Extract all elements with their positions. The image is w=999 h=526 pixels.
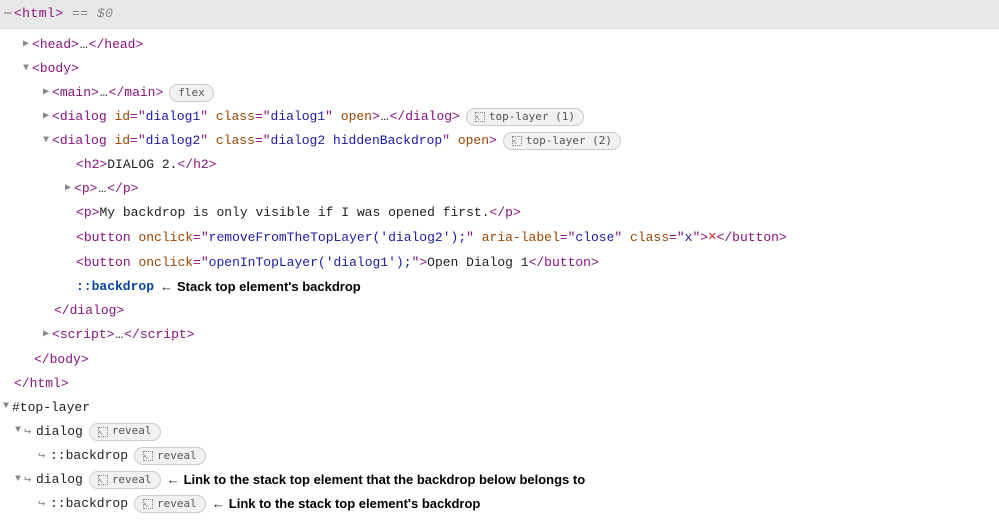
node-h2[interactable]: <h2>DIALOG 2.</h2> [0,153,999,177]
pseudo-backdrop: ::backdrop [76,275,154,299]
breadcrumb-tag[interactable]: <html> [14,6,64,21]
badge-reveal[interactable]: reveal [89,423,161,441]
target-icon [98,427,108,437]
node-dialog2-close[interactable]: </dialog> [0,299,999,323]
expand-arrow-icon[interactable]: ▶ [40,326,52,345]
collapse-arrow-icon[interactable]: ▼ [0,398,12,417]
breadcrumb-eq: == $0 [64,6,114,21]
badge-top-layer-2[interactable]: top-layer (2) [503,132,621,150]
arrow-left-icon: ← [206,492,229,516]
badge-reveal[interactable]: reveal [134,447,206,465]
badge-top-layer-1[interactable]: top-layer (1) [466,108,584,126]
hook-icon: ↪ [38,445,50,467]
target-icon [512,136,522,146]
target-icon [143,451,153,461]
top-layer-dialog-1[interactable]: ▼ ↪ dialog reveal [0,420,999,444]
collapse-arrow-icon[interactable]: ▼ [40,132,52,151]
node-backdrop-pseudo[interactable]: ::backdrop ← Stack top element's backdro… [0,275,999,299]
badge-reveal[interactable]: reveal [89,471,161,489]
top-layer-label: #top-layer [12,396,90,420]
top-layer-backdrop-1[interactable]: ↪ ::backdrop reveal [0,444,999,468]
node-button-close[interactable]: <button onclick="removeFromTheTopLayer('… [0,225,999,251]
node-dialog2[interactable]: ▼ <dialog id="dialog2" class="dialog2 hi… [0,129,999,153]
arrow-left-icon: ← [154,275,177,299]
close-x-icon: ✕ [708,225,716,251]
node-p-text[interactable]: <p>My backdrop is only visible if I was … [0,201,999,225]
node-head[interactable]: ▶ <head>…</head> [0,33,999,57]
node-html-close[interactable]: </html> [0,372,999,396]
node-script[interactable]: ▶ <script>…</script> [0,323,999,347]
target-icon [143,499,153,509]
node-top-layer[interactable]: ▼ #top-layer [0,396,999,420]
collapse-arrow-icon[interactable]: ▼ [12,471,24,490]
node-main[interactable]: ▶ <main>…</main> flex [0,81,999,105]
hook-icon: ↪ [24,469,36,491]
arrow-left-icon: ← [161,468,184,492]
hook-icon: ↪ [24,421,36,443]
expand-arrow-icon[interactable]: ▶ [62,180,74,199]
target-icon [98,475,108,485]
breadcrumb-dots: ⋯ [4,6,14,21]
expand-arrow-icon[interactable]: ▶ [40,84,52,103]
annotation-dialog-link: Link to the stack top element that the b… [184,468,586,492]
badge-flex[interactable]: flex [169,84,214,102]
hook-icon: ↪ [38,493,50,515]
node-button-open[interactable]: <button onclick="openInTopLayer('dialog1… [0,251,999,275]
node-body-close[interactable]: </body> [0,348,999,372]
node-body[interactable]: ▼ <body> [0,57,999,81]
collapse-arrow-icon[interactable]: ▼ [20,60,32,79]
node-dialog1[interactable]: ▶ <dialog id="dialog1" class="dialog1" o… [0,105,999,129]
annotation-backdrop-inline: Stack top element's backdrop [177,275,361,299]
node-p-collapsed[interactable]: ▶ <p>…</p> [0,177,999,201]
dom-tree: ▶ <head>…</head> ▼ <body> ▶ <main>…</mai… [0,29,999,526]
top-layer-dialog-2[interactable]: ▼ ↪ dialog reveal ← Link to the stack to… [0,468,999,492]
breadcrumb-bar: ⋯<html> == $0 [0,0,999,29]
target-icon [475,112,485,122]
collapse-arrow-icon[interactable]: ▼ [12,422,24,441]
badge-reveal[interactable]: reveal [134,495,206,513]
top-layer-backdrop-2[interactable]: ↪ ::backdrop reveal ← Link to the stack … [0,492,999,516]
annotation-backdrop-link: Link to the stack top element's backdrop [229,492,481,516]
expand-arrow-icon[interactable]: ▶ [20,36,32,55]
expand-arrow-icon[interactable]: ▶ [40,108,52,127]
